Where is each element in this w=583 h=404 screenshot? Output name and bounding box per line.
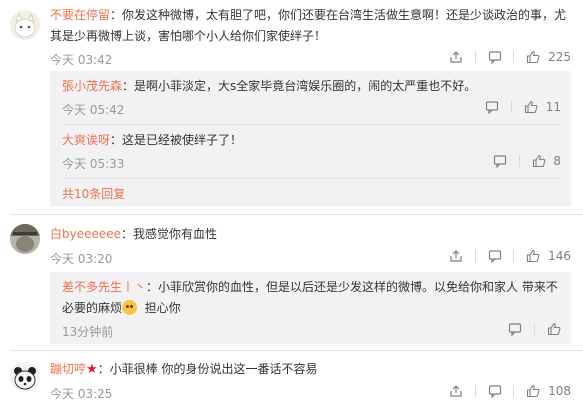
more-replies-link[interactable]: 共10条回复: [62, 185, 125, 202]
comment-time: 今天 03:20: [50, 252, 113, 266]
share-icon[interactable]: [449, 49, 463, 64]
username-link[interactable]: 大爽诶呀: [62, 133, 110, 147]
username-link[interactable]: 張小茂先森: [62, 79, 122, 93]
like-icon[interactable]: [532, 153, 546, 168]
reply-actions: 11: [477, 99, 561, 115]
username-link[interactable]: 差不多先生丨丶: [62, 280, 146, 294]
username-link[interactable]: 蹦切哼: [50, 362, 86, 376]
worried-emoji-icon: [122, 300, 138, 315]
reply-item: 差不多先生丨丶：小菲欣赏你的血性，但是以后还是少发这样的微博。以免给你和家人 带…: [62, 277, 561, 341]
reply-item: 張小茂先森：是啊小菲淡定，大s全家毕竟台湾娱乐圈的，闹的太严重也不好。 今天 0…: [62, 76, 561, 122]
comment-actions: 225: [441, 49, 571, 65]
like-icon[interactable]: [547, 321, 561, 336]
like-icon[interactable]: [526, 49, 540, 64]
reply-time: 今天 05:42: [62, 103, 125, 117]
reply-icon[interactable]: [485, 99, 499, 115]
comment-actions: 108: [441, 383, 571, 399]
divider: [62, 124, 561, 125]
avatar[interactable]: [10, 362, 40, 392]
reply-text: 大爽诶呀：这是已经被使绊子了！: [62, 133, 243, 147]
like-count: 225: [548, 49, 571, 64]
comment-time: 今天 03:42: [50, 53, 113, 67]
comment-actions: 146: [441, 248, 571, 264]
avatar[interactable]: [10, 10, 40, 40]
like-icon[interactable]: [526, 383, 540, 398]
like-icon[interactable]: [526, 248, 540, 263]
like-count: 146: [548, 248, 571, 263]
reply-icon[interactable]: [488, 248, 502, 264]
reply-list: 張小茂先森：是啊小菲淡定，大s全家毕竟台湾娱乐圈的，闹的太严重也不好。 今天 0…: [50, 71, 571, 206]
comment-text: 蹦切哼★：小菲很棒 你的身份说出这一番话不容易: [50, 362, 318, 377]
reply-text: 張小茂先森：是啊小菲淡定，大s全家毕竟台湾娱乐圈的，闹的太严重也不好。: [62, 79, 477, 93]
reply-icon[interactable]: [488, 383, 502, 399]
reply-icon[interactable]: [508, 321, 522, 337]
username-link[interactable]: 不要在停留: [50, 8, 110, 22]
reply-item: 大爽诶呀：这是已经被使绊子了！ 今天 05:33 8: [62, 130, 561, 176]
reply-icon[interactable]: [488, 49, 502, 65]
reply-time: 今天 05:33: [62, 157, 125, 171]
reply-list: 差不多先生丨丶：小菲欣赏你的血性，但是以后还是少发这样的微博。以免给你和家人 带…: [50, 272, 571, 344]
like-count: 8: [553, 153, 561, 168]
reply-time: 13分钟前: [62, 325, 114, 339]
reply-icon[interactable]: [493, 153, 507, 169]
like-count: 11: [545, 99, 561, 114]
reply-text: 差不多先生丨丶：小菲欣赏你的血性，但是以后还是少发这样的微博。以免给你和家人 带…: [62, 280, 558, 315]
comment-divider: [10, 350, 583, 351]
share-icon[interactable]: [449, 248, 463, 263]
username-link[interactable]: 白byeeeeee: [50, 227, 121, 241]
divider: [62, 178, 561, 179]
share-icon[interactable]: [449, 383, 463, 398]
comment-text: 不要在停留：你发这种微博，太有胆了吧，你们还要在台湾生活做生意啊！还是少谈政治的…: [50, 8, 567, 43]
comment-time: 今天 03:25: [50, 387, 113, 401]
star-badge-icon: ★: [86, 362, 98, 377]
reply-actions: [500, 321, 561, 337]
comment-text: 白byeeeeee：我感觉你有血性: [50, 227, 218, 241]
like-icon[interactable]: [524, 99, 538, 114]
avatar[interactable]: [10, 224, 40, 254]
reply-actions: 8: [485, 153, 561, 169]
comment-divider: [10, 214, 583, 215]
like-count: 108: [548, 383, 571, 398]
